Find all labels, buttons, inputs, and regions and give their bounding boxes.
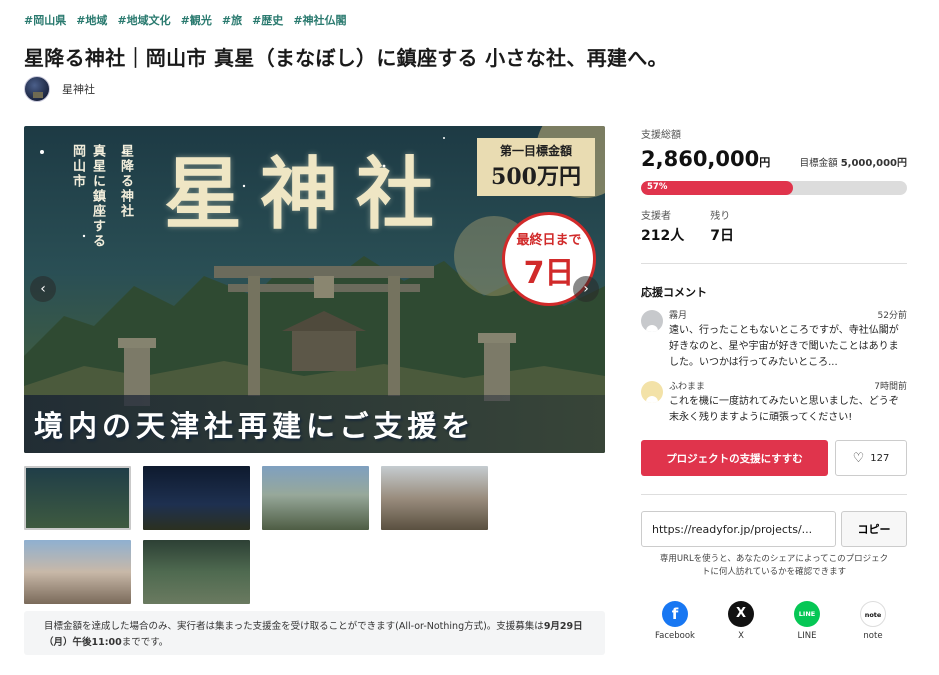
comment-item[interactable]: ふわまま 7時間前 これを機に一度訪れてみたいと思いました、どうぞ末永く残りますよ… [641,379,907,426]
total-label: 支援総額 [641,130,681,141]
copy-url-button[interactable]: コピー [841,511,907,547]
divider [641,494,907,495]
comment-avatar [641,310,663,332]
share-label: note [863,631,883,641]
page-title: 星降る神社｜岡山市 真星（まなぼし）に鎮座する 小さな社、再建へ。 [24,46,668,70]
share-line[interactable]: LINE LINE [783,601,831,641]
share-label: Facebook [655,631,695,641]
tag-shrines-temples[interactable]: #神社仏閣 [293,12,346,28]
next-image-button[interactable]: › [573,276,599,302]
tag-tourism[interactable]: #観光 [181,12,212,28]
supporters-value: 212人 [641,228,685,244]
hero-goal-box: 第一目標金額 500万円 [477,138,595,196]
thumbnail-strip [24,466,605,604]
comments-heading: 応援コメント [641,286,707,299]
comment-time: 7時間前 [874,382,907,392]
tag-history[interactable]: #歴史 [252,12,283,28]
hero-title: 星神社 [164,149,453,240]
x-icon: X [728,601,754,627]
heart-icon: ♡ [852,450,865,466]
remaining-value: 7日 [710,228,734,244]
share-label: X [738,631,744,641]
chevron-left-icon: ‹ [40,281,46,297]
thumbnail-3[interactable] [262,466,369,530]
owner-name[interactable]: 星神社 [62,81,95,97]
stats-row: 支援者 212人 残り 7日 [641,207,907,245]
thumbnail-1-selected[interactable] [24,466,131,530]
progress-bar: 57% [641,181,907,195]
progress-percent: 57% [647,182,668,192]
tag-travel[interactable]: #旅 [222,12,242,28]
share-url-input[interactable] [641,511,836,547]
share-note[interactable]: note note [849,601,897,641]
remaining-label: 残り [710,211,731,222]
notice-text-end: までです。 [121,637,169,648]
hero-vertical-subtitle: 星降る神社 [118,144,133,219]
chevron-right-icon: › [583,281,589,297]
comment-text: 遠い、行ったこともないところですが、寺社仏閣が好きなのと、星や宇宙が好きで聞いた… [669,325,899,368]
comment-item[interactable]: 霧月 52分前 遠い、行ったこともないところですが、寺社仏閣が好きなのと、星や宇宙… [641,308,907,371]
favorite-button[interactable]: ♡ 127 [835,440,907,476]
action-buttons: プロジェクトの支援にすすむ ♡ 127 [641,440,907,476]
thumbnail-6[interactable] [143,540,250,604]
share-x[interactable]: X X [717,601,765,641]
total-amount: 2,860,000円 [641,147,771,171]
comment-time: 52分前 [877,311,907,321]
hero-banner-text: 境内の天津社再建にご支援を [34,409,476,443]
avatar[interactable] [24,76,50,102]
thumbnail-5[interactable] [24,540,131,604]
divider [641,263,907,264]
comment-text: これを機に一度訪れてみたいと思いました、どうぞ末永く残りますように頑張ってくださ… [669,396,899,423]
tag-region[interactable]: #地域 [76,12,107,28]
support-project-button[interactable]: プロジェクトの支援にすすむ [641,440,828,476]
share-url-row: コピー [641,511,907,547]
prev-image-button[interactable]: ‹ [30,276,56,302]
hero-vertical-location: 真星に鎮座する [90,144,105,249]
share-url-note: 専用URLを使うと、あなたのシェアによってこのプロジェクトに何人訪れているかを確… [659,554,889,577]
project-owner[interactable]: 星神社 [24,76,95,102]
share-buttons: f Facebook X X LINE LINE note note [641,601,907,641]
goal-amount: 目標金額 5,000,000円 [799,158,907,169]
hero-goal-value: 500万円 [491,164,581,190]
funding-sidebar: 支援総額 2,860,000円 目標金額 5,000,000円 57% 支援者 … [641,126,907,641]
share-label: LINE [797,631,817,641]
thumbnail-2[interactable] [143,466,250,530]
tag-list: #岡山県 #地域 #地域文化 #観光 #旅 #歴史 #神社仏閣 [24,12,347,28]
hero-vertical-city: 岡山市 [70,144,85,189]
all-or-nothing-notice: 目標金額を達成した場合のみ、実行者は集まった支援金を受け取ることができます(Al… [24,611,605,655]
supporters-label: 支援者 [641,211,671,222]
notice-text: 目標金額を達成した場合のみ、実行者は集まった支援金を受け取ることができます(Al… [44,621,544,632]
main-project-image: 岡山市 真星に鎮座する 星降る神社 星神社 第一目標金額 500万円 最終日まで… [24,126,605,453]
thumbnail-4[interactable] [381,466,488,530]
comment-avatar [641,381,663,403]
badge-line1: 最終日まで [516,233,582,248]
favorite-count: 127 [870,452,890,464]
hero-goal-label: 第一目標金額 [499,144,572,158]
tag-local-culture[interactable]: #地域文化 [117,12,170,28]
facebook-icon: f [662,601,688,627]
note-icon: note [860,601,886,627]
comment-author: 霧月 [669,311,688,321]
comment-author: ふわまま [669,382,706,392]
share-facebook[interactable]: f Facebook [651,601,699,641]
line-icon: LINE [794,601,820,627]
tag-okayama[interactable]: #岡山県 [24,12,66,28]
